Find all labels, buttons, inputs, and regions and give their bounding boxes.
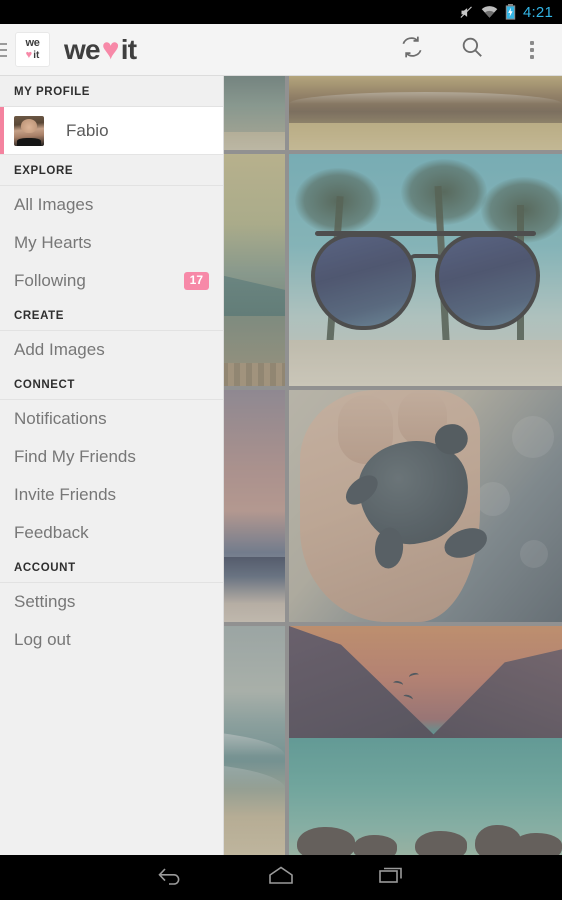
app-logo-badge[interactable]: we ♥ it xyxy=(15,32,50,67)
recent-apps-icon xyxy=(376,864,406,891)
overflow-menu-icon xyxy=(530,40,534,59)
section-header-my-profile: MY PROFILE xyxy=(0,76,223,107)
profile-accent-bar xyxy=(0,107,4,154)
app-wordmark: we ♥ it xyxy=(64,33,137,66)
drawer-item-find-my-friends[interactable]: Find My Friends xyxy=(0,438,223,476)
section-header-connect: CONNECT xyxy=(0,369,223,400)
logo-badge-it: it xyxy=(33,49,40,61)
search-button[interactable] xyxy=(442,24,502,76)
status-bar: 4:21 xyxy=(0,0,562,24)
drawer-item-notifications[interactable]: Notifications xyxy=(0,400,223,438)
home-icon xyxy=(266,864,296,891)
drawer-item-following[interactable]: Following 17 xyxy=(0,262,223,300)
drawer-item-label: Following xyxy=(14,271,86,290)
drawer-item-label: Add Images xyxy=(14,340,105,359)
drawer-item-log-out[interactable]: Log out xyxy=(0,621,223,659)
app-header-actions xyxy=(382,24,562,76)
app-header: we ♥ it we ♥ it xyxy=(0,24,562,76)
navigation-drawer: MY PROFILE Fabio EXPLORE All Images My H… xyxy=(0,76,224,855)
drawer-item-label: Invite Friends xyxy=(14,485,117,504)
logo-badge-heart-icon: ♥ xyxy=(25,49,33,61)
drawer-item-label: All Images xyxy=(14,195,94,214)
grid-column-right xyxy=(289,76,562,855)
back-button[interactable] xyxy=(116,855,226,900)
drawer-item-label: Log out xyxy=(14,630,71,649)
photo-sunglasses-palms[interactable] xyxy=(289,154,562,386)
refresh-button[interactable] xyxy=(382,24,442,76)
android-nav-bar xyxy=(0,855,562,900)
back-arrow-icon xyxy=(156,864,186,891)
search-icon xyxy=(459,34,485,65)
drawer-item-feedback[interactable]: Feedback xyxy=(0,514,223,552)
wordmark-we: we xyxy=(64,33,101,65)
profile-name: Fabio xyxy=(66,120,109,140)
drawer-item-all-images[interactable]: All Images xyxy=(0,186,223,224)
section-header-explore: EXPLORE xyxy=(0,155,223,186)
photo-mountain-lake[interactable] xyxy=(289,626,562,855)
drawer-item-profile[interactable]: Fabio xyxy=(0,107,223,155)
hamburger-icon[interactable] xyxy=(0,24,9,76)
drawer-item-invite-friends[interactable]: Invite Friends xyxy=(0,476,223,514)
home-button[interactable] xyxy=(226,855,336,900)
drawer-item-label: Find My Friends xyxy=(14,447,136,466)
following-count-badge: 17 xyxy=(183,272,209,290)
photo-sea-turtle[interactable] xyxy=(289,390,562,622)
drawer-item-my-hearts[interactable]: My Hearts xyxy=(0,224,223,262)
drawer-item-label: Notifications xyxy=(14,409,107,428)
wordmark-heart-icon: ♥ xyxy=(101,33,120,66)
recents-button[interactable] xyxy=(336,855,446,900)
avatar xyxy=(14,115,44,146)
drawer-item-label: Settings xyxy=(14,592,76,611)
battery-charging-icon xyxy=(505,4,516,20)
refresh-icon xyxy=(399,34,425,65)
overflow-button[interactable] xyxy=(502,24,562,76)
drawer-item-add-images[interactable]: Add Images xyxy=(0,331,223,369)
wordmark-it: it xyxy=(120,33,137,65)
wifi-icon xyxy=(481,5,498,19)
drawer-item-settings[interactable]: Settings xyxy=(0,583,223,621)
drawer-item-label: My Hearts xyxy=(14,233,92,252)
android-screen: 4:21 we ♥ it we ♥ it MY PROFILE Fabio EX… xyxy=(0,0,562,900)
logo-badge-we: we xyxy=(25,37,40,49)
section-header-account: ACCOUNT xyxy=(0,552,223,583)
status-bar-clock: 4:21 xyxy=(523,3,553,21)
drawer-item-label: Feedback xyxy=(14,523,89,542)
mute-icon xyxy=(459,5,474,20)
section-header-create: CREATE xyxy=(0,300,223,331)
photo-shoreline[interactable] xyxy=(289,76,562,150)
